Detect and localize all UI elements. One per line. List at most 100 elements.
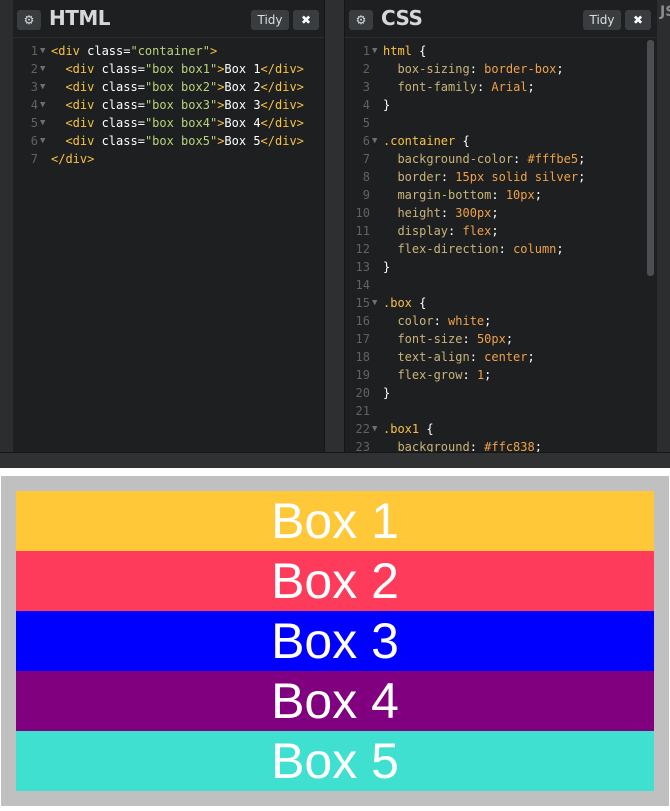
panel-resize-handle-right[interactable] xyxy=(657,0,670,452)
js-panel-edge-label[interactable]: JS xyxy=(660,4,670,20)
close-icon[interactable]: ✖ xyxy=(625,10,651,30)
css-tidy-button[interactable]: Tidy xyxy=(583,10,621,30)
box-4: Box 4 xyxy=(16,671,654,731)
fold-arrow-icon[interactable]: ▼ xyxy=(40,60,45,78)
css-panel-title: CSS xyxy=(381,6,423,30)
code-line: 15 ▼ .box { xyxy=(345,294,657,312)
code-line: 4} xyxy=(345,96,657,114)
code-text: font-family: Arial; xyxy=(383,78,534,96)
line-number: 19 xyxy=(355,368,370,382)
line-number: 12 xyxy=(355,242,370,256)
fold-arrow-icon[interactable]: ▼ xyxy=(40,132,45,150)
code-line: 17 font-size: 50px; xyxy=(345,330,657,348)
code-token: Box 1 xyxy=(224,62,261,76)
gear-icon[interactable]: ⚙ xyxy=(17,10,41,30)
code-token: : xyxy=(469,350,485,364)
css-code-area[interactable]: 1 ▼ html {2 box-sizing: border-box; 3 font-… xyxy=(345,42,657,452)
editor-left-edge xyxy=(0,0,13,452)
code-text: font-size: 50px; xyxy=(383,330,513,348)
code-token: : xyxy=(440,170,456,184)
code-token: 15px xyxy=(455,170,485,184)
code-text: text-align: center; xyxy=(383,348,534,366)
code-token: class= xyxy=(101,62,145,76)
line-number: 17 xyxy=(355,332,370,346)
code-text: flex-direction: column; xyxy=(383,240,563,258)
code-token: class= xyxy=(101,116,145,130)
line-number: 7 xyxy=(30,152,38,166)
code-line: 7 </div> xyxy=(13,150,324,168)
code-token: { xyxy=(419,296,427,310)
code-editor: ⚙ HTML Tidy ✖ 1 ▼ <div class="container"> 2… xyxy=(0,0,670,468)
code-token: html xyxy=(383,44,420,58)
fold-arrow-icon[interactable]: ▼ xyxy=(372,294,377,312)
code-token: white xyxy=(448,314,485,328)
code-token: .container xyxy=(383,134,463,148)
box-2: Box 2 xyxy=(16,551,654,611)
code-token: : xyxy=(433,314,449,328)
code-text: </div> xyxy=(51,150,94,168)
code-line: 23 background: #ffc838; xyxy=(345,438,657,452)
fold-arrow-icon[interactable]: ▼ xyxy=(40,42,45,60)
code-token: </div> xyxy=(260,98,304,112)
code-line: 14 xyxy=(345,276,657,294)
code-token: { xyxy=(426,422,434,436)
code-text: background: #ffc838; xyxy=(383,438,542,452)
code-text: <div class="box box2">Box 2</div> xyxy=(51,78,304,96)
code-token: : xyxy=(462,368,477,382)
code-token: height xyxy=(397,206,441,220)
fold-arrow-icon[interactable]: ▼ xyxy=(372,132,377,150)
code-token: "box box2" xyxy=(144,80,218,94)
code-line: 19 flex-grow: 1; xyxy=(345,366,657,384)
css-scrollbar[interactable] xyxy=(647,40,654,276)
code-token: center xyxy=(484,350,528,364)
fold-arrow-icon[interactable]: ▼ xyxy=(40,78,45,96)
code-line: 4 ▼ <div class="box box3">Box 3</div> xyxy=(13,96,324,114)
code-text: .container { xyxy=(383,132,470,150)
fold-arrow-icon[interactable]: ▼ xyxy=(372,420,377,438)
code-token: ; xyxy=(484,368,492,382)
code-token: <div xyxy=(51,44,88,58)
code-token: { xyxy=(462,134,470,148)
code-line: 3 ▼ <div class="box box2">Box 2</div> xyxy=(13,78,324,96)
code-line: 18 text-align: center; xyxy=(345,348,657,366)
box-3: Box 3 xyxy=(16,611,654,671)
code-token: "box box3" xyxy=(144,98,218,112)
code-token: Box 2 xyxy=(224,80,261,94)
gear-icon[interactable]: ⚙ xyxy=(349,10,373,30)
fold-arrow-icon[interactable]: ▼ xyxy=(372,42,377,60)
code-token: : xyxy=(462,332,477,346)
code-line: 10 height: 300px; xyxy=(345,204,657,222)
html-code-area[interactable]: 1 ▼ <div class="container"> 2 ▼ <div class="… xyxy=(13,42,324,168)
code-token: <div xyxy=(65,98,102,112)
fold-arrow-icon[interactable]: ▼ xyxy=(40,114,45,132)
close-icon[interactable]: ✖ xyxy=(293,10,319,30)
code-text: } xyxy=(383,96,390,114)
code-token: ; xyxy=(578,152,586,166)
code-token: </div> xyxy=(260,80,304,94)
code-token: class= xyxy=(101,98,145,112)
html-panel: ⚙ HTML Tidy ✖ 1 ▼ <div class="container"> 2… xyxy=(13,0,324,452)
code-token: flex-grow xyxy=(397,368,463,382)
html-tidy-button[interactable]: Tidy xyxy=(251,10,289,30)
panel-resize-handle[interactable] xyxy=(324,0,345,452)
code-line: 7 background-color: #fffbe5; xyxy=(345,150,657,168)
code-token: Box 3 xyxy=(224,98,261,112)
code-text: height: 300px; xyxy=(383,204,498,222)
editor-resize-bar[interactable] xyxy=(0,452,670,468)
code-token: text-align xyxy=(397,350,470,364)
line-number: 21 xyxy=(355,404,370,418)
code-token: Box 5 xyxy=(224,134,261,148)
fold-arrow-icon[interactable]: ▼ xyxy=(40,96,45,114)
code-text: <div class="box box1">Box 1</div> xyxy=(51,60,303,78)
code-token: </div> xyxy=(51,152,95,166)
line-number: 20 xyxy=(355,386,370,400)
line-number: 22 xyxy=(355,422,370,436)
code-token: ; xyxy=(491,224,499,238)
